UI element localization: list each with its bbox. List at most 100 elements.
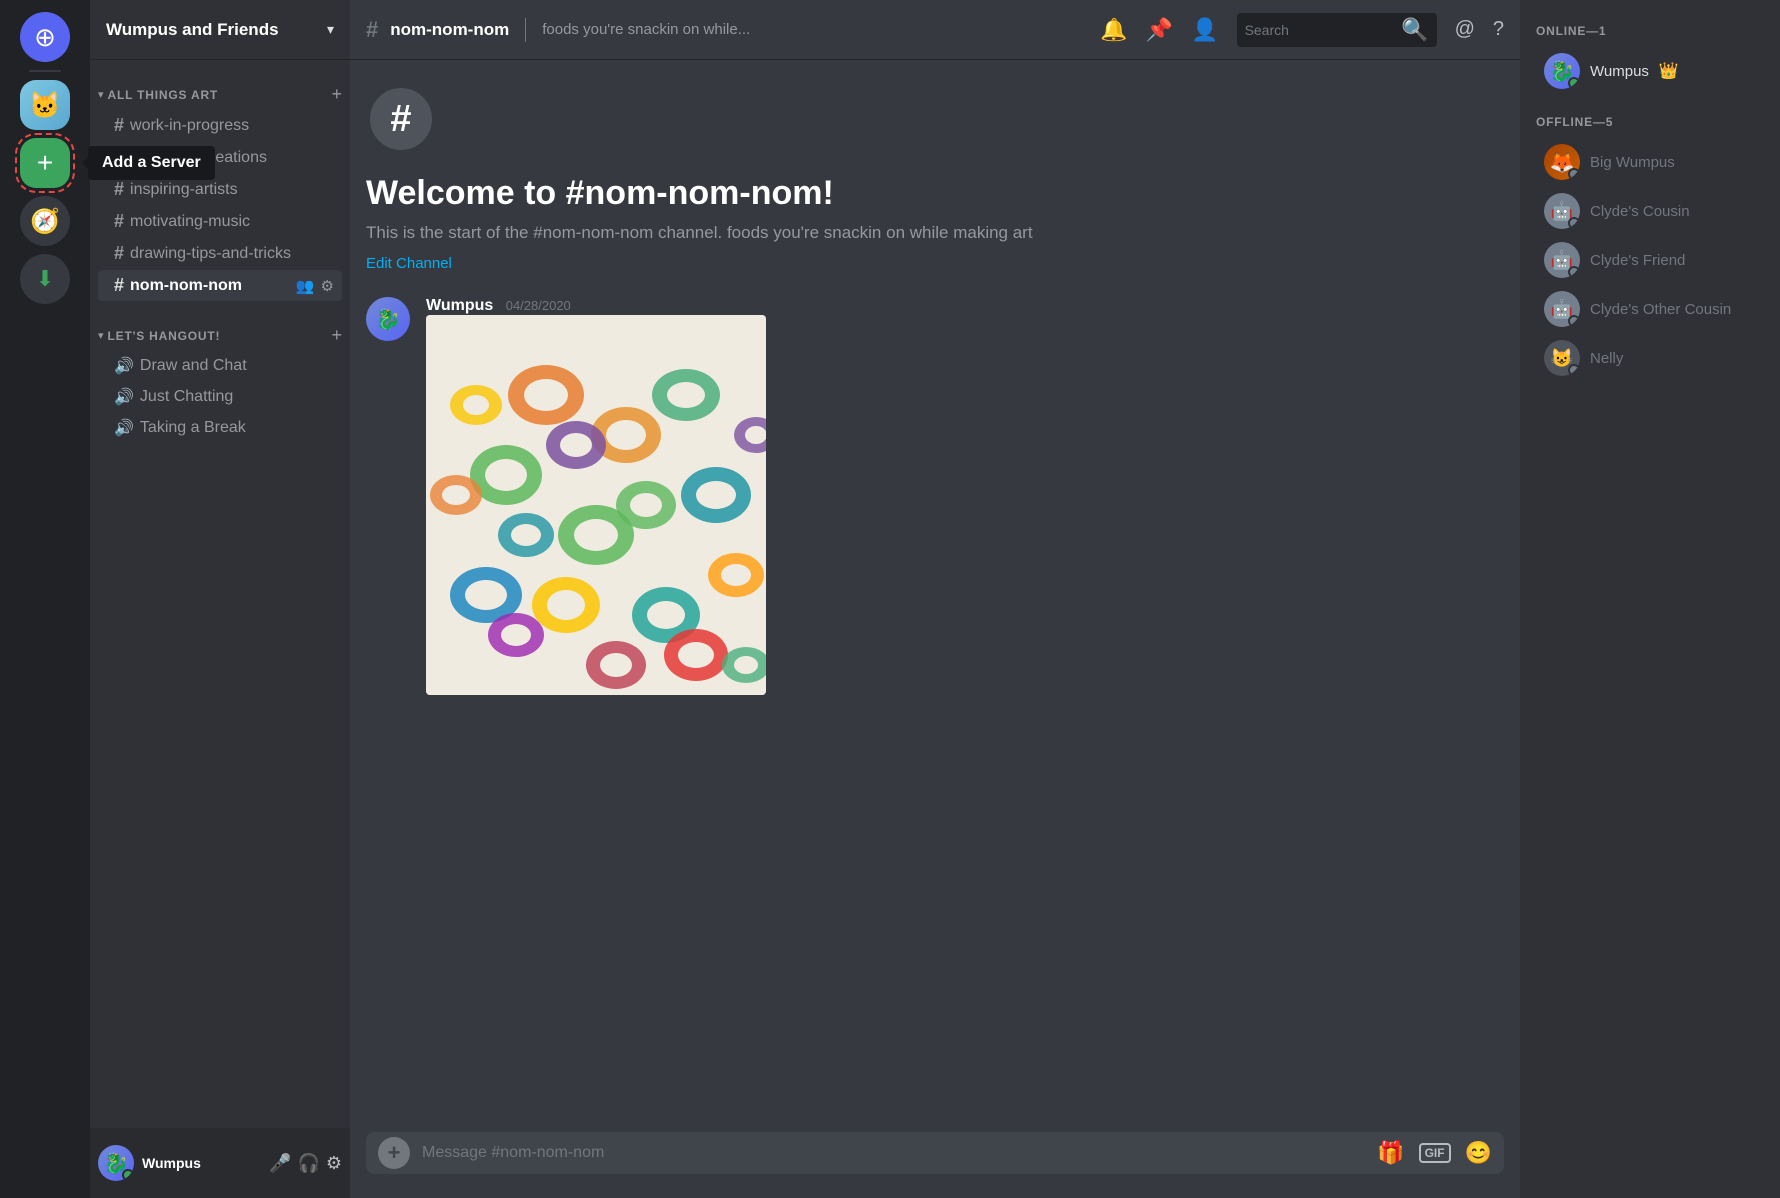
members-sidebar: ONLINE—1 🐉 Wumpus 👑 OFFLINE—5 🦊 Big Wump…: [1520, 0, 1780, 1198]
channel-header-name: nom-nom-nom: [390, 20, 509, 40]
server-icon-explore[interactable]: 🧭: [20, 196, 70, 246]
offline-dot: [1568, 315, 1580, 327]
server-icon-home[interactable]: ⊕: [20, 12, 70, 62]
edit-channel-link[interactable]: Edit Channel: [366, 255, 452, 272]
channel-item-post-your-creations[interactable]: # post-your-creations: [98, 142, 342, 173]
message-input[interactable]: [422, 1132, 1365, 1174]
voice-icon: 🔊: [114, 418, 134, 438]
members-icon[interactable]: 👤: [1191, 17, 1218, 43]
server-divider: [29, 70, 61, 72]
user-area: 🐉 Wumpus 🎤 🎧 ⚙: [90, 1128, 350, 1198]
gif-button[interactable]: GIF: [1419, 1143, 1451, 1163]
deafen-icon[interactable]: 🎧: [297, 1153, 319, 1174]
member-item-nelly[interactable]: 😺 Nelly: [1528, 334, 1772, 382]
channel-name: motivating-music: [130, 213, 334, 231]
mute-icon[interactable]: 🎤: [269, 1153, 291, 1174]
chat-area: # Welcome to #nom-nom-nom! This is the s…: [350, 60, 1520, 1132]
channel-header: # nom-nom-nom foods you're snackin on wh…: [350, 0, 1520, 60]
member-name-clydes-friend: Clyde's Friend: [1590, 252, 1685, 269]
channel-name: Taking a Break: [140, 419, 334, 437]
add-server-container: + Add a Server: [20, 138, 70, 188]
category-lets-hangout[interactable]: ▾ LET'S HANGOUT! +: [90, 309, 350, 350]
channel-item-drawing-tips[interactable]: # drawing-tips-and-tricks: [98, 238, 342, 269]
search-icon: 🔍: [1401, 17, 1428, 43]
hash-icon: #: [114, 115, 124, 136]
server-chevron-icon: ▾: [327, 21, 334, 38]
member-item-big-wumpus[interactable]: 🦊 Big Wumpus: [1528, 138, 1772, 186]
plus-icon: +: [37, 147, 53, 179]
pin-icon[interactable]: 📌: [1146, 17, 1173, 43]
server-icon-wumpus-friends[interactable]: 🐱: [20, 80, 70, 130]
notification-bell-icon[interactable]: 🔔: [1100, 17, 1127, 43]
channels-list: ▾ ALL THINGS ART + # work-in-progress # …: [90, 60, 350, 1128]
message-header: Wumpus 04/28/2020: [426, 297, 1504, 315]
message-group: 🐉 Wumpus 04/28/2020: [366, 297, 1504, 695]
channel-name: Just Chatting: [140, 388, 334, 406]
member-item-clydes-friend[interactable]: 🤖 Clyde's Friend: [1528, 236, 1772, 284]
channel-item-draw-and-chat[interactable]: 🔊 Draw and Chat: [98, 351, 342, 381]
category-name-hangout: LET'S HANGOUT!: [108, 329, 328, 343]
channel-sidebar: Wumpus and Friends ▾ ▾ ALL THINGS ART + …: [90, 0, 350, 1198]
category-all-things-art[interactable]: ▾ ALL THINGS ART +: [90, 68, 350, 109]
message-author: Wumpus: [426, 297, 493, 314]
server-sidebar: ⊕ 🐱 + Add a Server 🧭 ⬇: [0, 0, 90, 1198]
message-input-area: + 🎁 GIF 😊: [350, 1132, 1520, 1198]
attach-file-button[interactable]: +: [378, 1137, 410, 1169]
member-item-wumpus[interactable]: 🐉 Wumpus 👑: [1528, 47, 1772, 95]
channel-header-hash-icon: #: [366, 17, 378, 43]
welcome-description: This is the start of the #nom-nom-nom ch…: [366, 223, 1504, 243]
at-icon[interactable]: @: [1455, 18, 1475, 41]
member-name-clydes-other-cousin: Clyde's Other Cousin: [1590, 301, 1731, 318]
welcome-title: Welcome to #nom-nom-nom!: [366, 174, 1504, 213]
category-name-art: ALL THINGS ART: [108, 88, 328, 102]
online-status-dot: [122, 1169, 134, 1181]
user-settings-icon[interactable]: ⚙: [326, 1153, 342, 1174]
channel-item-just-chatting[interactable]: 🔊 Just Chatting: [98, 382, 342, 412]
online-section-label: ONLINE—1: [1520, 16, 1780, 46]
member-name-wumpus: Wumpus: [1590, 63, 1649, 80]
channel-item-inspiring-artists[interactable]: # inspiring-artists: [98, 174, 342, 205]
channel-item-nom-nom-nom[interactable]: # nom-nom-nom 👥 ⚙: [98, 270, 342, 301]
emoji-icon[interactable]: 😊: [1465, 1140, 1492, 1166]
main-content: # nom-nom-nom foods you're snackin on wh…: [350, 0, 1520, 1198]
member-item-clydes-other-cousin[interactable]: 🤖 Clyde's Other Cousin: [1528, 285, 1772, 333]
server-header[interactable]: Wumpus and Friends ▾: [90, 0, 350, 60]
settings-icon[interactable]: ⚙: [321, 277, 334, 295]
member-item-clydes-cousin[interactable]: 🤖 Clyde's Cousin: [1528, 187, 1772, 235]
user-actions: 🎤 🎧 ⚙: [269, 1153, 342, 1174]
add-member-icon[interactable]: 👥: [296, 277, 315, 295]
category-add-icon[interactable]: +: [331, 325, 342, 346]
header-icons: 🔔 📌 👤 🔍 @ ?: [1100, 13, 1504, 47]
add-server-button[interactable]: +: [20, 138, 70, 188]
member-name-nelly: Nelly: [1590, 350, 1623, 367]
member-name-big-wumpus: Big Wumpus: [1590, 154, 1675, 171]
offline-dot: [1568, 364, 1580, 376]
hash-welcome-icon: #: [390, 98, 411, 141]
channel-name: Draw and Chat: [140, 357, 334, 375]
header-divider: [525, 18, 526, 42]
offline-dot: [1568, 168, 1580, 180]
channel-name: inspiring-artists: [130, 181, 334, 199]
hash-icon: #: [114, 275, 124, 296]
channel-name: nom-nom-nom: [130, 277, 290, 295]
hash-icon: #: [114, 243, 124, 264]
voice-icon: 🔊: [114, 387, 134, 407]
channel-item-work-in-progress[interactable]: # work-in-progress: [98, 110, 342, 141]
search-input[interactable]: [1245, 22, 1396, 38]
channel-item-taking-a-break[interactable]: 🔊 Taking a Break: [98, 413, 342, 443]
help-icon[interactable]: ?: [1493, 18, 1504, 41]
welcome-icon: #: [366, 84, 436, 154]
user-name-label: Wumpus: [142, 1155, 261, 1171]
message-image[interactable]: [426, 315, 766, 695]
channel-header-topic: foods you're snackin on while...: [542, 21, 1088, 38]
gift-icon[interactable]: 🎁: [1377, 1140, 1404, 1166]
search-box[interactable]: 🔍: [1237, 13, 1437, 47]
server-icon-download[interactable]: ⬇: [20, 254, 70, 304]
hash-icon: #: [114, 211, 124, 232]
hash-icon: #: [114, 147, 124, 168]
member-avatar-clydes-cousin: 🤖: [1544, 193, 1580, 229]
user-name-area: Wumpus: [142, 1155, 261, 1171]
category-add-icon[interactable]: +: [331, 84, 342, 105]
channel-item-motivating-music[interactable]: # motivating-music: [98, 206, 342, 237]
message-input-box: + 🎁 GIF 😊: [366, 1132, 1504, 1174]
